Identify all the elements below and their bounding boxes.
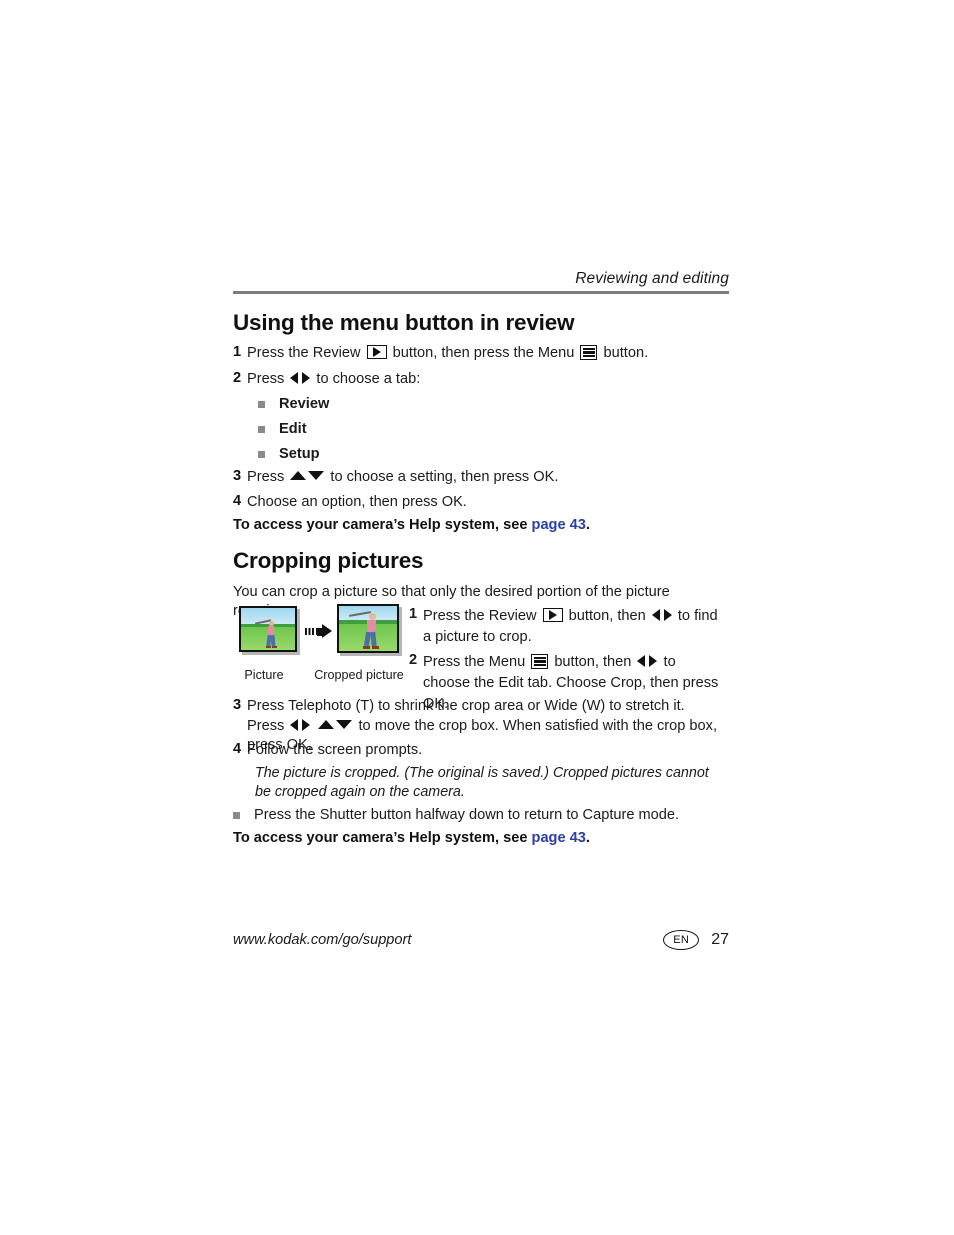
tab-label: Edit — [279, 421, 307, 437]
transform-arrow-icon — [305, 624, 335, 638]
thumbnail-original-picture — [239, 606, 297, 652]
left-right-arrows-icon — [637, 655, 658, 668]
list-item-shutter-tip: Press the Shutter button halfway down to… — [233, 806, 679, 825]
figure-caption-original: Picture — [244, 668, 284, 682]
tab-label: Review — [279, 396, 330, 412]
step-number: 2 — [409, 652, 418, 668]
step-number: 4 — [233, 741, 242, 757]
step-menu-4: 4 Choose an option, then press OK. — [233, 493, 729, 513]
crop-result-note: The picture is cropped. (The original is… — [255, 765, 709, 800]
step-menu-3: 3 Press to choose a setting, then press … — [233, 468, 729, 488]
square-bullet-icon — [258, 401, 265, 408]
figure-thumbnails — [233, 604, 401, 660]
list-item-tab-edit: Edit — [258, 420, 307, 439]
step-menu-2: 2 Press to choose a tab: — [233, 370, 729, 390]
list-item-tab-setup: Setup — [258, 445, 320, 464]
step-menu-1: 1 Press the Review button, then press th… — [233, 344, 729, 364]
step-text: Choose an option, then press OK. — [247, 494, 467, 510]
step-crop-4: 4 Follow the screen prompts. — [233, 741, 729, 761]
page-43-link[interactable]: page 43 — [532, 517, 586, 533]
step-text: Press the Review button, then press the … — [247, 344, 648, 364]
step-text-part-a: Press the Menu — [423, 654, 530, 670]
footer-right-group: EN 27 — [663, 930, 729, 950]
help-system-line-1: To access your camera’s Help system, see… — [233, 517, 590, 533]
step-text: Press to choose a tab: — [247, 370, 420, 390]
thumbnail-cropped-picture — [337, 604, 399, 653]
left-right-arrows-icon — [651, 609, 672, 622]
square-bullet-icon — [258, 426, 265, 433]
step-text-part-b — [312, 718, 316, 734]
page-title-cropping-pictures: Cropping pictures — [233, 548, 424, 573]
up-down-arrows-icon — [290, 470, 325, 482]
tab-label: Setup — [279, 446, 320, 462]
step-text: Press the Review button, then to find a … — [423, 606, 723, 648]
step-text: Follow the screen prompts. — [247, 742, 423, 758]
document-page: Reviewing and editing Using the menu but… — [233, 0, 729, 1235]
menu-button-icon — [531, 654, 549, 669]
help-line-prefix: To access your camera’s Help system, see — [233, 830, 532, 846]
language-badge: EN — [663, 930, 700, 950]
page-title-using-menu-button: Using the menu button in review — [233, 310, 575, 335]
step-number: 3 — [233, 468, 242, 484]
step-number: 4 — [233, 493, 242, 509]
shutter-tip-text: Press the Shutter button halfway down to… — [254, 807, 680, 823]
step-crop-1: 1 Press the Review button, then to find … — [409, 606, 723, 648]
step-text-part-a: Press — [247, 469, 289, 485]
step-number: 2 — [233, 370, 242, 386]
up-down-arrows-icon — [318, 719, 353, 731]
step-number: 1 — [233, 344, 242, 360]
menu-button-icon — [580, 345, 598, 360]
footer-support-url[interactable]: www.kodak.com/go/support — [233, 932, 411, 948]
step-text-part-a: Press the Review — [247, 345, 365, 361]
step-number: 1 — [409, 606, 418, 622]
list-item-tab-review: Review — [258, 395, 329, 414]
square-bullet-icon — [258, 451, 265, 458]
figure-caption-cropped: Cropped picture — [314, 668, 404, 682]
left-right-arrows-icon — [290, 372, 311, 385]
square-bullet-icon — [233, 812, 240, 819]
step-text-part-a: Press — [247, 371, 289, 387]
step-text-part-b: button, then press the Menu — [388, 345, 579, 361]
help-line-prefix: To access your camera’s Help system, see — [233, 517, 532, 533]
running-header: Reviewing and editing — [575, 270, 729, 287]
help-line-suffix: . — [585, 830, 590, 846]
step-text-part-b: to choose a setting, then press OK. — [326, 469, 559, 485]
step-text-part-b: button, then — [564, 608, 650, 624]
step-text: Press to choose a setting, then press OK… — [247, 468, 558, 488]
step-text-part-a: Press the Review — [423, 608, 541, 624]
help-system-line-2: To access your camera’s Help system, see… — [233, 830, 590, 846]
review-button-icon — [542, 608, 563, 622]
review-button-icon — [366, 345, 387, 359]
page-number: 27 — [711, 931, 729, 948]
step-text-part-b: to choose a tab: — [312, 371, 421, 387]
header-rule — [233, 291, 729, 294]
step-number: 3 — [233, 697, 242, 713]
page-43-link[interactable]: page 43 — [532, 830, 586, 846]
step-text-part-b: button, then — [550, 654, 636, 670]
left-right-arrows-icon — [290, 718, 311, 732]
help-line-suffix: . — [585, 517, 590, 533]
crop-figure: Picture Cropped picture — [233, 604, 404, 682]
step-text-part-c: button. — [599, 345, 649, 361]
